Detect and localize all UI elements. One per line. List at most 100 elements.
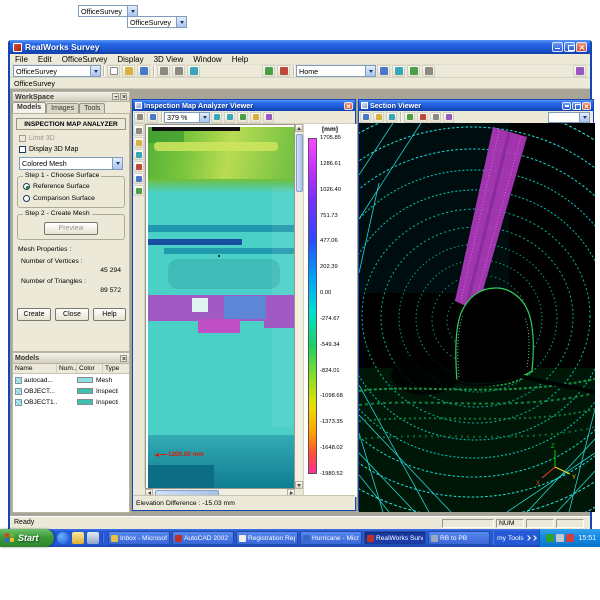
pan-button[interactable]	[133, 137, 144, 148]
preview-button[interactable]: Preview	[44, 222, 98, 235]
workspace-close-icon[interactable]	[120, 93, 127, 100]
maximize-button[interactable]	[564, 42, 575, 52]
create-button[interactable]: Create	[17, 308, 51, 321]
legend-button[interactable]	[263, 112, 274, 123]
cut-button[interactable]	[157, 65, 170, 77]
chevron-down-icon[interactable]	[365, 66, 375, 76]
table-row[interactable]: OBJECT... Inspecti	[13, 386, 129, 396]
fit-view-button[interactable]	[237, 112, 248, 123]
mesh-type-combo[interactable]: Colored Mesh	[19, 157, 123, 170]
open-button[interactable]	[122, 65, 135, 77]
menu-item-window[interactable]: Window	[188, 55, 226, 64]
col-color[interactable]: Color	[77, 364, 103, 373]
secondary-toolbar-label[interactable]: OfficeSurvey	[10, 79, 59, 88]
chevron-down-icon[interactable]	[579, 113, 589, 122]
rotate-button[interactable]	[360, 112, 371, 123]
task-autocad[interactable]: AutoCAD 2002	[172, 531, 234, 545]
minimize-button[interactable]	[562, 102, 571, 110]
new-project-button[interactable]	[107, 65, 120, 77]
models-caption[interactable]: Models	[13, 353, 129, 364]
scroll-up-icon[interactable]	[295, 124, 303, 132]
annotate-button[interactable]	[133, 173, 144, 184]
inspection-viewer-titlebar[interactable]: Inspection Map Analyzer Viewer	[133, 100, 355, 111]
volume-tray-icon[interactable]	[556, 534, 564, 542]
select-button[interactable]	[133, 125, 144, 136]
tab-tools[interactable]: Tools	[79, 103, 105, 113]
minimize-button[interactable]	[552, 42, 563, 52]
menu-item-file[interactable]: File	[10, 55, 33, 64]
module-combo[interactable]: OfficeSurvey	[13, 65, 101, 77]
scrollbar-thumb[interactable]	[296, 134, 303, 192]
limit-3d-checkbox[interactable]	[19, 135, 26, 142]
close-button[interactable]	[344, 102, 353, 110]
floating-module-combo-2[interactable]: OfficeSurvey	[127, 16, 187, 28]
task-registration[interactable]: Registration Rep...	[236, 531, 298, 545]
menu-item-edit[interactable]: Edit	[33, 55, 57, 64]
help-panel-button[interactable]: Help	[93, 308, 126, 321]
chevron-down-icon[interactable]	[90, 66, 100, 76]
inspection-map-canvas[interactable]: 1200.00 mm	[145, 124, 295, 489]
maximize-button[interactable]	[572, 102, 581, 110]
internet-explorer-icon[interactable]	[57, 532, 69, 544]
zoom-extents-button[interactable]	[422, 65, 435, 77]
menu-item-display[interactable]: Display	[112, 55, 148, 64]
render-mode-combo[interactable]	[548, 112, 590, 123]
col-name[interactable]: Name	[13, 364, 57, 373]
tab-models[interactable]: Models	[12, 102, 46, 113]
zoom-combo[interactable]: 379 %	[164, 112, 210, 123]
chevron-down-icon[interactable]	[176, 17, 186, 27]
tab-images[interactable]: Images	[46, 103, 79, 113]
paste-button[interactable]	[187, 65, 200, 77]
comparison-surface-radio[interactable]	[23, 195, 30, 202]
section-3d-canvas[interactable]: Z X Y	[359, 123, 595, 512]
chevron-down-icon[interactable]	[112, 158, 122, 169]
info-button[interactable]	[133, 185, 144, 196]
help-tool-button[interactable]	[573, 65, 586, 77]
zoom-window-button[interactable]	[133, 149, 144, 160]
save-button[interactable]	[137, 65, 150, 77]
scroll-down-icon[interactable]	[295, 481, 303, 489]
view-iso-button[interactable]	[407, 65, 420, 77]
measure-button[interactable]	[277, 65, 290, 77]
zoom-in-button[interactable]	[211, 112, 222, 123]
section-button[interactable]	[417, 112, 428, 123]
vertical-scrollbar[interactable]	[295, 124, 303, 489]
point-size-button[interactable]	[430, 112, 441, 123]
menu-item-help[interactable]: Help	[227, 55, 253, 64]
status-tray-icon[interactable]	[566, 534, 574, 542]
reference-surface-radio[interactable]	[23, 183, 30, 190]
snapshot-button[interactable]	[147, 112, 158, 123]
view-front-button[interactable]	[392, 65, 405, 77]
zoom-button[interactable]	[386, 112, 397, 123]
outlook-icon[interactable]	[72, 532, 84, 544]
zoom-out-button[interactable]	[224, 112, 235, 123]
close-button[interactable]	[576, 42, 587, 52]
chevron-down-icon[interactable]	[199, 113, 209, 122]
display-3d-map-checkbox[interactable]	[19, 146, 26, 153]
task-rb-to-pb[interactable]: RB to PB	[428, 531, 490, 545]
table-row[interactable]: OBJECT1... Inspecti	[13, 397, 129, 407]
my-tools-toolbar[interactable]: my Tools	[493, 531, 539, 545]
task-inbox[interactable]: Inbox - Microsof...	[108, 531, 170, 545]
chevron-down-icon[interactable]	[127, 6, 137, 16]
measure-point-button[interactable]	[133, 161, 144, 172]
home-combo[interactable]: Home	[296, 65, 376, 77]
table-row[interactable]: autocad... Mesh	[13, 375, 129, 385]
col-type[interactable]: Type	[103, 364, 127, 373]
target-button[interactable]	[262, 65, 275, 77]
close-button[interactable]	[582, 102, 591, 110]
task-hurricane[interactable]: Hurricane - Micro...	[300, 531, 362, 545]
start-button[interactable]: Start	[0, 529, 54, 547]
workspace-caption[interactable]: WorkSpace	[12, 91, 130, 102]
menu-item-officesurvey[interactable]: OfficeSurvey	[57, 55, 113, 64]
print-button[interactable]	[134, 112, 145, 123]
view-top-button[interactable]	[377, 65, 390, 77]
pan-button[interactable]	[373, 112, 384, 123]
copy-button[interactable]	[172, 65, 185, 77]
menu-item-3dview[interactable]: 3D View	[149, 55, 189, 64]
app-titlebar[interactable]: RealWorks Survey	[10, 40, 590, 54]
section-viewer-titlebar[interactable]: Section Viewer	[359, 100, 593, 111]
col-num[interactable]: Num...	[57, 364, 77, 373]
color-mode-button[interactable]	[443, 112, 454, 123]
close-panel-button[interactable]: Close	[55, 308, 89, 321]
